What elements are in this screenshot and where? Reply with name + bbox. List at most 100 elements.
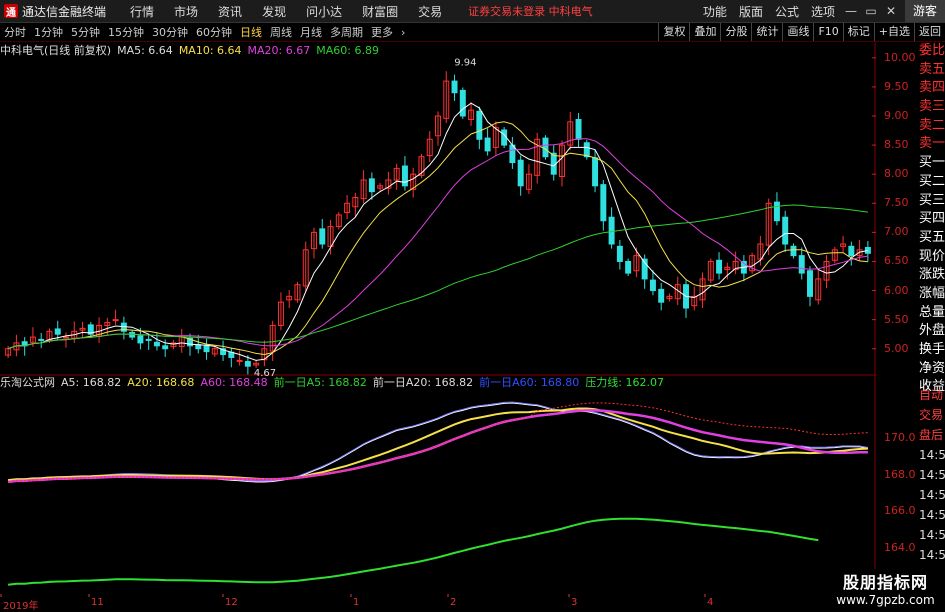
price-axis-label: 9.00: [884, 109, 909, 122]
period-more[interactable]: 更多: [367, 24, 397, 40]
period-1min[interactable]: 1分钟: [30, 24, 67, 40]
quote-panel-item[interactable]: 涨幅: [917, 285, 945, 304]
indicator-panel-item: 14:56: [919, 508, 945, 522]
indicator-panel-item: 14:56: [919, 448, 945, 462]
login-notice[interactable]: 证券交易未登录 中科电气: [468, 3, 593, 19]
indicator-panel-item: 14:56: [919, 528, 945, 542]
price-axis-label: 7.00: [884, 225, 909, 239]
menu-formula[interactable]: 公式: [769, 3, 805, 20]
time-axis-label: 1: [353, 597, 360, 608]
time-axis-label: 2: [450, 597, 457, 608]
quote-panel-item[interactable]: 买二: [917, 173, 945, 192]
menu-bar: 通 通达信金融终端 行情 市场 资讯 发现 问小达 财富圈 交易 证券交易未登录…: [0, 0, 945, 23]
add-watchlist-button[interactable]: +自选: [873, 23, 914, 41]
candle-body: [63, 336, 69, 339]
period-weekly[interactable]: 周线: [266, 24, 296, 40]
high-annotation: 9.94: [454, 57, 476, 68]
time-axis-label: 12: [225, 597, 238, 608]
period-30min[interactable]: 30分钟: [148, 24, 192, 40]
quote-panel-item[interactable]: 卖四: [917, 79, 945, 98]
time-axis-label: 3: [571, 597, 578, 608]
indicator-panel-item: 14:56: [919, 548, 945, 562]
chart-canvas[interactable]: 9.94 4.67: [0, 42, 876, 597]
menu-market[interactable]: 市场: [164, 3, 208, 20]
stats-button[interactable]: 统计: [751, 23, 782, 41]
menu-ask[interactable]: 问小达: [296, 3, 352, 20]
quote-panel-item[interactable]: 外盘: [917, 322, 945, 341]
indicator-legend: 乐淘公式网 A5: 168.82 A20: 168.68 A60: 168.48…: [0, 375, 670, 390]
menu-quotes[interactable]: 行情: [120, 3, 164, 20]
candle-body: [203, 344, 210, 353]
period-timeshare[interactable]: 分时: [0, 24, 30, 40]
guest-button[interactable]: 游客: [904, 0, 945, 22]
candle-body: [575, 118, 582, 140]
restore-icon[interactable]: ▭: [861, 4, 881, 18]
menu-trade[interactable]: 交易: [408, 3, 452, 20]
candle-body: [54, 328, 61, 335]
period-daily[interactable]: 日线: [236, 24, 266, 40]
quote-panel-item[interactable]: 委比: [917, 42, 945, 61]
period-multi[interactable]: 多周期: [326, 24, 367, 40]
overlay-button[interactable]: 叠加: [689, 23, 720, 41]
split-button[interactable]: 分股: [720, 23, 751, 41]
prev-a5-label: 前一日A5: 168.82: [273, 376, 367, 389]
quote-panel-item[interactable]: 现价: [917, 248, 945, 267]
menu-news[interactable]: 资讯: [208, 3, 252, 20]
period-15min[interactable]: 15分钟: [104, 24, 148, 40]
watermark-title: 股朋指标网: [842, 573, 928, 592]
f10-button[interactable]: F10: [813, 23, 842, 41]
quote-panel-item[interactable]: 换手: [917, 341, 945, 360]
candle-body: [798, 255, 805, 274]
adjust-button[interactable]: 复权: [658, 23, 689, 41]
quote-panel-item[interactable]: 卖二: [917, 117, 945, 136]
price-axis-label: 6.00: [884, 283, 909, 297]
period-5min[interactable]: 5分钟: [67, 24, 104, 40]
candle-body: [716, 259, 723, 274]
menu-wealth[interactable]: 财富圈: [352, 3, 408, 20]
quote-panel-item[interactable]: 总量: [917, 304, 945, 323]
candle-body: [244, 361, 251, 367]
quote-panel-item[interactable]: 净资: [917, 360, 945, 379]
price-axis-label: 9.50: [884, 79, 909, 93]
quote-panel-item[interactable]: 买三: [917, 192, 945, 211]
indicator-panel-item: 14:56: [919, 468, 945, 482]
candle-body: [782, 216, 789, 245]
candle-body: [368, 178, 375, 193]
candle-body: [625, 260, 632, 274]
app-logo-icon: 通: [4, 4, 18, 19]
quote-panel-item[interactable]: 涨跌: [917, 266, 945, 285]
quote-panel-item[interactable]: 卖一: [917, 135, 945, 154]
candle-body: [145, 338, 152, 341]
quote-panel-item[interactable]: 买四: [917, 210, 945, 229]
quote-panel-item[interactable]: 卖五: [917, 61, 945, 80]
prev-a60-line: [8, 401, 868, 482]
candle-body: [451, 80, 458, 94]
toolbar-right: 复权 叠加 分股 统计 画线 F10 标记 +自选 返回: [658, 23, 945, 41]
ma20-line: [7, 138, 868, 350]
mark-button[interactable]: 标记: [842, 23, 874, 41]
minimize-icon[interactable]: —: [841, 4, 861, 18]
menu-discover[interactable]: 发现: [252, 3, 296, 20]
app-title: 通达信金融终端: [22, 4, 107, 19]
quote-panel-item[interactable]: 买五: [917, 229, 945, 248]
close-icon[interactable]: ✕: [881, 4, 901, 18]
indicator-axis-label: 168.0: [884, 467, 916, 481]
more-arrow-icon[interactable]: ›: [397, 26, 409, 39]
back-button[interactable]: 返回: [914, 23, 945, 41]
candle-body: [153, 341, 160, 347]
draw-button[interactable]: 画线: [782, 23, 813, 41]
period-60min[interactable]: 60分钟: [192, 24, 236, 40]
candle-body: [459, 89, 466, 117]
quote-panel-item[interactable]: 卖三: [917, 98, 945, 117]
menu-layout[interactable]: 版面: [733, 3, 769, 20]
time-axis-label: 2019年: [3, 601, 39, 612]
menu-function[interactable]: 功能: [697, 3, 733, 20]
candle-body: [807, 270, 813, 297]
candle-body: [848, 245, 855, 257]
menu-options[interactable]: 选项: [805, 3, 841, 20]
period-monthly[interactable]: 月线: [296, 24, 326, 40]
quote-panel-item[interactable]: 买一: [917, 154, 945, 173]
candle-body: [542, 137, 549, 158]
candle-body: [592, 157, 599, 187]
prev-a20-label: 前一日A20: 168.82: [372, 376, 474, 389]
